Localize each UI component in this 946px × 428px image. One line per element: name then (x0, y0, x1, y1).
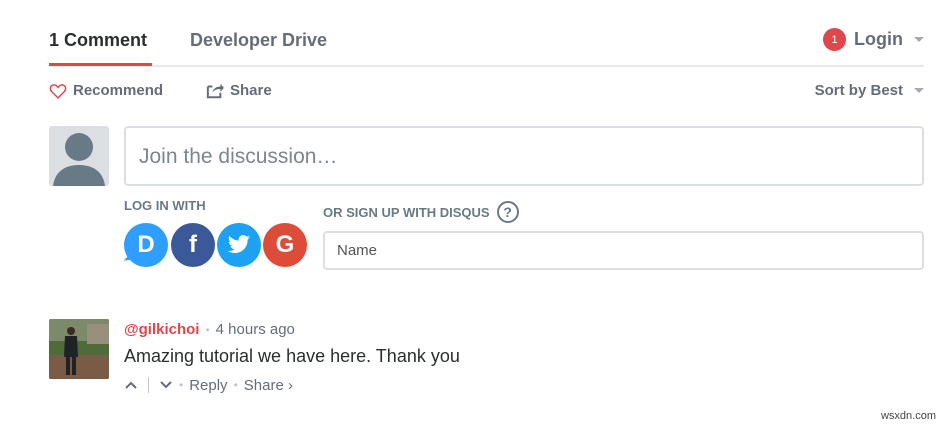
signup-row: OR SIGN UP WITH DISQUS ? (323, 201, 519, 223)
heart-icon (49, 83, 67, 99)
footer-separator: • (179, 378, 184, 392)
login-with-label: LOG IN WITH (124, 198, 206, 213)
comment-timestamp[interactable]: 4 hours ago (216, 321, 295, 338)
meta-separator: • (205, 322, 210, 337)
action-bar: Recommend Share Sort by Best (49, 82, 924, 102)
comment-body: Amazing tutorial we have here. Thank you (124, 346, 460, 366)
user-avatar-placeholder (49, 126, 109, 186)
share-icon (206, 83, 224, 99)
name-input[interactable]: Name (323, 231, 924, 270)
twitter-bird-icon (227, 235, 250, 253)
twitter-login-icon[interactable] (217, 223, 261, 267)
comment-share-link[interactable]: Share › (244, 377, 293, 394)
comment-meta: @gilkichoi • 4 hours ago (124, 321, 295, 338)
discussion-nav: 1 Comment Developer Drive 1 Login (49, 0, 924, 67)
sort-dropdown[interactable]: Sort by Best (815, 82, 924, 99)
disqus-login-icon[interactable]: D (124, 223, 168, 267)
active-tab-indicator (49, 63, 152, 66)
vote-divider (148, 377, 149, 393)
downvote-icon[interactable] (159, 381, 173, 389)
caret-down-icon (914, 37, 924, 42)
recommend-button[interactable]: Recommend (49, 82, 163, 99)
share-button[interactable]: Share (206, 82, 272, 99)
facebook-login-icon[interactable]: f (171, 223, 215, 267)
user-silhouette-icon (53, 133, 105, 186)
sort-label: Sort by Best (814, 82, 903, 99)
comment-footer: • Reply • Share › (124, 376, 293, 394)
footer-separator: • (233, 378, 238, 392)
login-label: Login (854, 29, 903, 49)
tab-forum[interactable]: Developer Drive (190, 30, 327, 51)
upvote-icon[interactable] (124, 381, 138, 389)
comment-author-avatar[interactable] (49, 319, 109, 379)
comment-input[interactable]: Join the discussion… (124, 126, 924, 186)
google-login-icon[interactable]: G (263, 223, 307, 267)
share-label: Share (230, 82, 272, 99)
tab-comments[interactable]: 1 Comment (49, 30, 147, 51)
notification-badge: 1 (823, 28, 847, 51)
help-icon[interactable]: ? (496, 201, 519, 223)
watermark: wsxdn.com (880, 410, 936, 422)
author-photo (49, 319, 109, 379)
login-menu[interactable]: 1 Login (823, 28, 924, 51)
signup-label: OR SIGN UP WITH DISQUS (323, 204, 490, 220)
recommend-label: Recommend (73, 82, 164, 99)
reply-link[interactable]: Reply (189, 377, 227, 394)
caret-down-icon (914, 88, 924, 93)
comment-author[interactable]: @gilkichoi (124, 321, 199, 338)
